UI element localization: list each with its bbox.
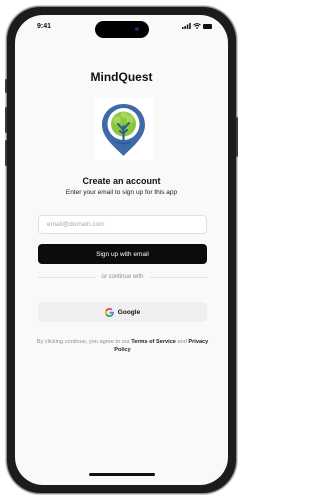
action-button: [5, 79, 7, 93]
camera-dot: [135, 27, 139, 31]
sign-up-with-email-button[interactable]: Sign up with email: [38, 244, 207, 264]
terms-of-service-link[interactable]: Terms of Service: [131, 339, 176, 345]
email-input[interactable]: [38, 215, 207, 234]
google-button-label: Google: [117, 308, 141, 316]
legal-conjunction: and: [175, 339, 189, 345]
pin-tree-brain-logo: [102, 104, 145, 156]
google-sign-in-button[interactable]: Google: [38, 302, 207, 322]
power-button: [236, 117, 238, 157]
battery-icon: [203, 23, 212, 29]
wifi-icon: [193, 23, 201, 29]
continue-divider: or continue with: [38, 274, 207, 280]
divider-line-right: [149, 276, 207, 278]
volume-down-button: [5, 140, 7, 166]
divider-line-left: [38, 276, 96, 278]
legal-text: By clicking continue, you agree to our T…: [35, 338, 210, 354]
app-logo: [94, 98, 153, 160]
status-time: 9:41: [37, 23, 52, 30]
volume-up-button: [5, 107, 7, 133]
signup-subheading: Enter your email to sign up for this app: [65, 189, 178, 196]
app-title: MindQuest: [90, 70, 153, 84]
dynamic-island: [95, 21, 149, 38]
signup-heading: Create an account: [82, 176, 161, 186]
legal-prefix: By clicking continue, you agree to our: [36, 339, 132, 345]
signal-icon: [182, 23, 191, 29]
google-g-icon: [104, 307, 114, 317]
screen: 9:41 MindQuest Create an account Enter y…: [15, 15, 228, 485]
status-icons: [182, 23, 212, 29]
home-indicator[interactable]: [89, 473, 155, 476]
divider-label: or continue with: [101, 274, 144, 280]
